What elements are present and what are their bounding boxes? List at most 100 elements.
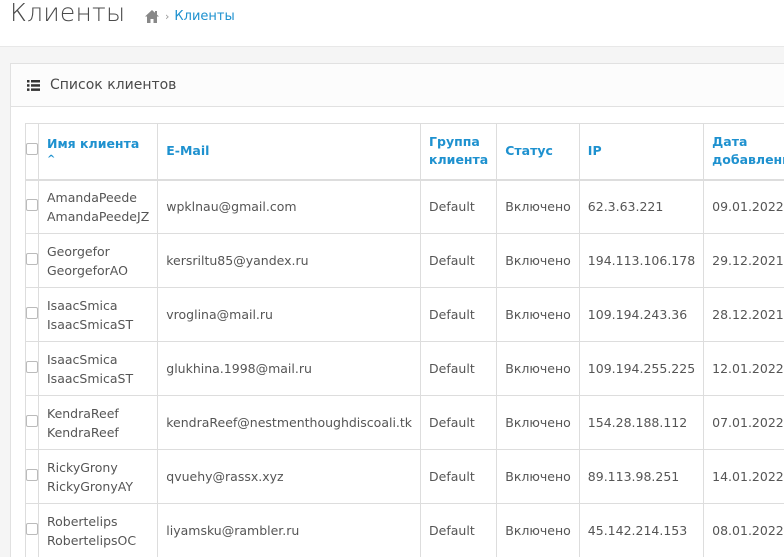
customer-date: 29.12.2021	[703, 233, 784, 288]
page-title: Клиенты	[10, 0, 126, 27]
customer-group: Default	[420, 341, 498, 396]
customer-name: Robertelips	[47, 513, 118, 529]
column-header-date-line1[interactable]: Дата	[712, 134, 747, 149]
row-checkbox[interactable]	[26, 523, 38, 535]
customer-name-alt: RobertelipsOC	[47, 532, 137, 548]
customer-name: IsaacSmica	[47, 351, 118, 367]
customer-name: IsaacSmica	[47, 297, 118, 313]
customer-name-alt: AmandaPeedeJZ	[47, 208, 150, 224]
panel-title: Список клиентов	[50, 77, 177, 93]
customer-name-alt: RickyGronyAY	[47, 478, 133, 494]
column-header-date-line2[interactable]: добавления	[712, 152, 784, 167]
table-header-row: Имя клиента ^ E-Mail Группа клиента Стат…	[25, 123, 784, 181]
customer-email: wpklnau@gmail.com	[157, 179, 422, 234]
customer-name: KendraReef	[47, 405, 119, 421]
table-row: Robertelips RobertelipsOC liyamsku@ramble…	[25, 503, 784, 557]
customer-name-cell: IsaacSmica IsaacSmicaST	[37, 287, 159, 342]
select-all-cell	[25, 123, 39, 181]
customer-name-cell: RickyGrony RickyGronyAY	[37, 449, 159, 504]
row-select-cell	[25, 449, 39, 504]
customer-table: Имя клиента ^ E-Mail Группа клиента Стат…	[25, 123, 784, 557]
breadcrumb-current[interactable]: Клиенты	[174, 9, 234, 24]
customer-date: 07.01.2022	[703, 395, 784, 450]
customer-date: 28.12.2021	[703, 287, 784, 342]
customer-name: Georgefor	[47, 243, 110, 259]
column-header-date[interactable]: Дата добавления	[703, 123, 784, 181]
list-icon	[27, 79, 40, 91]
table-row: AmandaPeede AmandaPeedeJZ wpklnau@gmail.c…	[25, 179, 784, 234]
customer-ip: 109.194.243.36	[578, 287, 705, 342]
row-checkbox[interactable]	[26, 199, 38, 212]
customer-status: Включено	[496, 287, 580, 342]
column-header-ip[interactable]: IP	[578, 123, 705, 181]
customer-date: 12.01.2022	[703, 341, 784, 396]
customer-name-alt: IsaacSmicaST	[47, 370, 134, 386]
customer-date: 08.01.2022	[703, 503, 784, 557]
customer-ip: 154.28.188.112	[578, 395, 705, 450]
customer-status: Включено	[496, 503, 580, 557]
table-row: RickyGrony RickyGronyAY qvuehy@rassx.xyz …	[25, 449, 784, 504]
column-header-name-label[interactable]: Имя клиента	[47, 136, 139, 151]
customer-status: Включено	[496, 233, 580, 288]
customer-email: qvuehy@rassx.xyz	[157, 449, 422, 504]
customer-group: Default	[420, 179, 498, 234]
row-checkbox[interactable]	[26, 307, 38, 319]
customer-status: Включено	[496, 341, 580, 396]
customer-name-cell: Georgefor GeorgeforAO	[37, 233, 159, 288]
table-row: IsaacSmica IsaacSmicaST glukhina.1998@mai…	[25, 341, 784, 396]
table-body: AmandaPeede AmandaPeedeJZ wpklnau@gmail.c…	[25, 179, 784, 557]
column-header-name[interactable]: Имя клиента ^	[37, 123, 159, 181]
table-row: IsaacSmica IsaacSmicaST vroglina@mail.ru …	[25, 287, 784, 342]
customer-name-cell: KendraReef KendraReef	[37, 395, 159, 450]
row-select-cell	[25, 233, 39, 288]
customer-name-cell: Robertelips RobertelipsOC	[37, 503, 159, 557]
home-icon[interactable]	[144, 9, 160, 24]
breadcrumb-separator: ›	[165, 10, 170, 23]
customer-date: 14.01.2022	[703, 449, 784, 504]
row-select-cell	[25, 287, 39, 342]
customer-name-cell: AmandaPeede AmandaPeedeJZ	[37, 179, 159, 234]
sort-asc-icon: ^	[47, 154, 56, 166]
customer-table-wrap: Имя клиента ^ E-Mail Группа клиента Стат…	[25, 123, 784, 557]
customer-group: Default	[420, 395, 498, 450]
customer-email: liyamsku@rambler.ru	[157, 503, 422, 557]
customer-email: vroglina@mail.ru	[157, 287, 422, 342]
customer-ip: 62.3.63.221	[578, 179, 705, 234]
customer-name: AmandaPeede	[47, 189, 138, 205]
table-row: KendraReef KendraReef kendraReef@nestment…	[25, 395, 784, 450]
row-select-cell	[25, 503, 39, 557]
row-checkbox[interactable]	[26, 469, 38, 481]
select-all-checkbox[interactable]	[26, 143, 38, 156]
customer-ip: 194.113.106.178	[578, 233, 705, 288]
row-checkbox[interactable]	[26, 415, 38, 427]
column-header-group[interactable]: Группа клиента	[420, 123, 498, 181]
row-select-cell	[25, 179, 39, 234]
customer-email: glukhina.1998@mail.ru	[157, 341, 422, 396]
customer-ip: 45.142.214.153	[578, 503, 705, 557]
row-checkbox[interactable]	[26, 361, 38, 373]
row-checkbox[interactable]	[26, 253, 38, 265]
table-row: Georgefor GeorgeforAO kersriltu85@yandex.…	[25, 233, 784, 288]
column-header-group-line1[interactable]: Группа	[429, 134, 480, 149]
page-header: Клиенты › Клиенты	[0, 0, 784, 47]
customer-email: kersriltu85@yandex.ru	[157, 233, 422, 288]
customer-group: Default	[420, 449, 498, 504]
customer-name-alt: IsaacSmicaST	[47, 316, 134, 332]
customer-name: RickyGrony	[47, 459, 118, 475]
column-header-group-line2[interactable]: клиента	[429, 152, 488, 167]
customer-name-cell: IsaacSmica IsaacSmicaST	[37, 341, 159, 396]
customer-name-alt: KendraReef	[47, 424, 119, 440]
customer-group: Default	[420, 503, 498, 557]
row-select-cell	[25, 395, 39, 450]
customer-date: 09.01.2022	[703, 179, 784, 234]
row-select-cell	[25, 341, 39, 396]
customer-name-alt: GeorgeforAO	[47, 262, 128, 278]
customer-ip: 109.194.255.225	[578, 341, 705, 396]
column-header-email[interactable]: E-Mail	[157, 123, 422, 181]
customer-group: Default	[420, 287, 498, 342]
customer-group: Default	[420, 233, 498, 288]
column-header-status[interactable]: Статус	[496, 123, 580, 181]
customer-ip: 89.113.98.251	[578, 449, 705, 504]
customer-status: Включено	[496, 179, 580, 234]
breadcrumb: › Клиенты	[144, 9, 235, 24]
